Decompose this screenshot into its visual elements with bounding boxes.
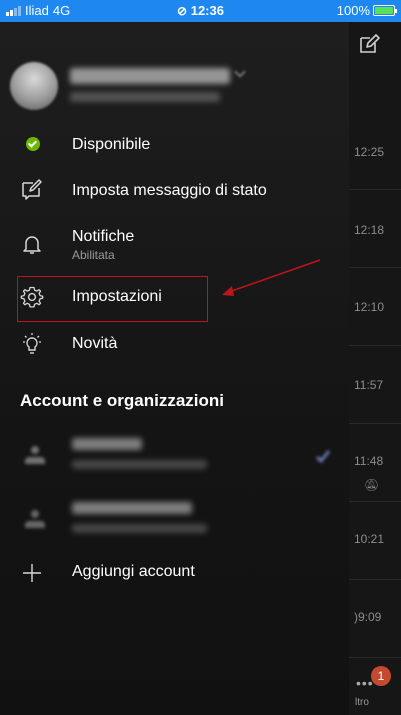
- menu-item-whats-new[interactable]: Novità: [0, 322, 349, 368]
- available-status-icon: [26, 137, 40, 151]
- chat-time: 11:48: [354, 454, 384, 468]
- more-tab-label[interactable]: ltro: [355, 697, 369, 708]
- clock: 12:36: [190, 3, 224, 18]
- chat-row[interactable]: 10:21: [349, 502, 401, 580]
- menu-item-label: Imposta messaggio di stato: [72, 182, 267, 199]
- chat-list-background: 12:25 12:18 12:10 11:57 11:48 10:21 )9:0…: [349, 22, 401, 715]
- notification-badge: 1: [371, 666, 391, 686]
- chat-time: 12:10: [354, 300, 385, 314]
- checkmark-icon: [316, 450, 330, 463]
- compose-icon[interactable]: [357, 32, 381, 56]
- chat-row[interactable]: 12:25: [349, 112, 401, 190]
- lightbulb-icon: [23, 333, 41, 354]
- battery-percent: 100%: [336, 3, 370, 18]
- chat-row[interactable]: 12:10: [349, 268, 401, 346]
- status-bar: Iliad 4G ⊘ 12:36 100%: [0, 0, 401, 22]
- menu-item-label: Disponibile: [72, 136, 151, 153]
- chat-time: 12:25: [354, 145, 385, 159]
- menu-item-status-message[interactable]: Imposta messaggio di stato: [0, 168, 349, 214]
- chat-time: 10:21: [354, 532, 385, 546]
- bell-icon: [23, 236, 41, 254]
- avatar[interactable]: [10, 62, 58, 110]
- organization-icon: [25, 510, 45, 528]
- chat-time: 11:57: [354, 378, 384, 392]
- battery-icon: [373, 5, 397, 16]
- menu-item-sublabel: Abilitata: [72, 248, 115, 262]
- menu-item-label: Novità: [72, 335, 118, 352]
- chat-time: )9:09: [354, 610, 382, 624]
- menu-item-label: Notifiche: [72, 228, 135, 245]
- chat-row[interactable]: 12:18: [349, 190, 401, 268]
- status-message-icon: [22, 179, 42, 200]
- account-row[interactable]: [0, 432, 349, 484]
- add-account-label: Aggiungi account: [72, 563, 195, 580]
- chat-time: 12:18: [354, 223, 385, 237]
- muted-bell-icon: 🔕︎: [364, 478, 380, 492]
- account-email-blurred: [72, 460, 207, 469]
- accounts-section-title: Account e organizzazioni: [20, 391, 225, 410]
- profile-header[interactable]: [10, 62, 340, 112]
- chevron-down-icon[interactable]: [234, 66, 246, 78]
- chat-row[interactable]: 11:57: [349, 346, 401, 424]
- add-account-button[interactable]: Aggiungi account: [0, 550, 349, 596]
- settings-highlight-box: [17, 276, 208, 322]
- menu-item-availability[interactable]: Disponibile: [0, 123, 349, 169]
- menu-item-notifications[interactable]: Notifiche Abilitata: [0, 220, 349, 266]
- account-row[interactable]: [0, 496, 349, 548]
- organization-icon: [25, 446, 45, 464]
- profile-email-blurred: [70, 92, 220, 102]
- side-drawer: Disponibile Imposta messaggio di stato N…: [0, 22, 349, 715]
- orientation-lock-icon: ⊘: [177, 4, 188, 18]
- chat-row[interactable]: )9:09: [349, 580, 401, 658]
- account-name-blurred: [72, 502, 192, 514]
- plus-icon: [23, 564, 41, 582]
- account-email-blurred: [72, 524, 207, 533]
- profile-name-blurred: [70, 68, 230, 84]
- account-name-blurred: [72, 438, 142, 450]
